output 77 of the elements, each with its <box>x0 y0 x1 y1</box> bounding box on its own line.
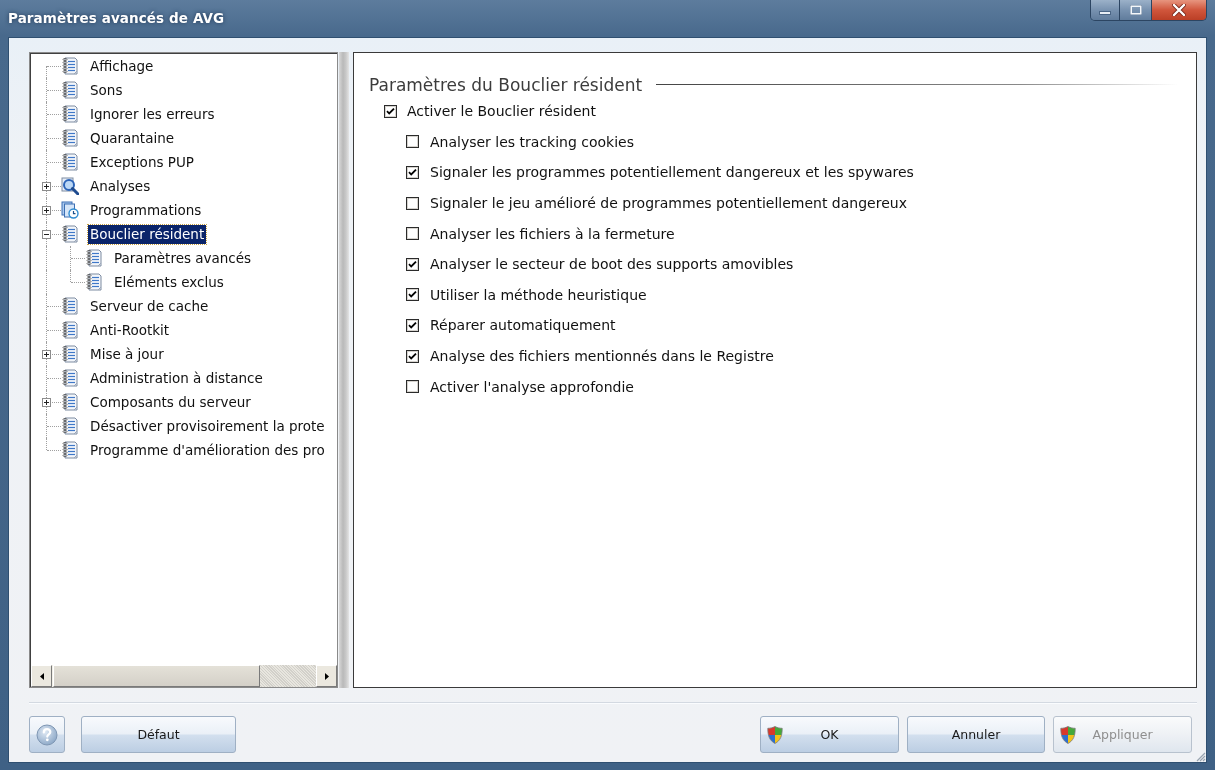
maximize-icon <box>1129 5 1142 15</box>
option-label[interactable]: Activer le Bouclier résident <box>407 103 596 120</box>
notebook-icon <box>61 393 79 411</box>
tree-item[interactable]: Désactiver provisoirement la prote <box>88 416 327 436</box>
tree-item[interactable]: Bouclier résident <box>88 224 207 244</box>
close-button[interactable] <box>1151 0 1206 20</box>
checkbox[interactable] <box>406 227 419 241</box>
magnifier-icon <box>61 177 79 195</box>
checkbox[interactable] <box>406 196 419 210</box>
close-icon <box>1172 4 1186 16</box>
tree-item[interactable]: Mise à jour <box>88 344 166 364</box>
checkbox[interactable] <box>406 135 419 149</box>
plus-box-icon[interactable] <box>42 206 51 215</box>
scroll-left-button[interactable] <box>31 665 52 687</box>
dialog-button[interactable]: Défaut <box>81 716 236 753</box>
tree-item[interactable]: Programmations <box>88 200 204 220</box>
plus-box-icon[interactable] <box>42 182 51 191</box>
dialog-button[interactable]: Annuler <box>907 716 1045 753</box>
minus-box-icon[interactable] <box>42 230 51 239</box>
left-arrow-icon <box>39 672 44 680</box>
tree-item[interactable]: Programme d'amélioration des pro <box>88 440 327 460</box>
option-label[interactable]: Signaler les programmes potentiellement dangereux et les spywares <box>430 164 914 181</box>
minimize-button[interactable] <box>1091 0 1119 20</box>
option-label[interactable]: Activer l'analyse approfondie <box>430 378 634 395</box>
tree-item[interactable]: Paramètres avancés <box>112 248 254 268</box>
notebook-icon <box>61 57 79 75</box>
notebook-icon <box>61 321 79 339</box>
notebook-icon <box>61 105 79 123</box>
notebook-icon <box>61 225 79 243</box>
checkbox[interactable] <box>384 104 397 118</box>
notebook-icon <box>85 249 103 267</box>
checkbox[interactable] <box>406 349 419 363</box>
dialog-button[interactable]: OK <box>760 716 899 753</box>
help-icon <box>36 723 58 746</box>
checkbox[interactable] <box>406 257 419 271</box>
scroll-thumb[interactable] <box>53 665 260 687</box>
scroll-right-button[interactable] <box>316 665 337 687</box>
option-label[interactable]: Analyser le secteur de boot des supports amovibles <box>430 256 794 273</box>
tree-item[interactable]: Affichage <box>88 56 156 76</box>
checkbox[interactable] <box>406 380 419 394</box>
notebook-icon <box>61 441 79 459</box>
maximize-button[interactable] <box>1119 0 1151 20</box>
tree-item[interactable]: Sons <box>88 80 125 100</box>
notebook-icon <box>85 273 103 291</box>
notebook-icon <box>61 129 79 147</box>
notebook-icon <box>61 417 79 435</box>
option-label[interactable]: Analyser les tracking cookies <box>430 133 635 150</box>
tree-item[interactable]: Exceptions PUP <box>88 152 196 172</box>
tree-item[interactable]: Eléments exclus <box>112 272 226 292</box>
right-arrow-icon <box>324 672 329 680</box>
calendar-clock-icon <box>61 201 79 219</box>
tree-item[interactable]: Administration à distance <box>88 368 265 388</box>
tree-item[interactable]: Anti-Rootkit <box>88 320 172 340</box>
section-heading: Paramètres du Bouclier résident <box>369 75 643 95</box>
checkbox[interactable] <box>406 318 419 332</box>
tree-item[interactable]: Quarantaine <box>88 128 176 148</box>
tree-item[interactable]: Ignorer les erreurs <box>88 104 217 124</box>
notebook-icon <box>61 297 79 315</box>
option-label[interactable]: Analyse des fichiers mentionnés dans le Registre <box>430 348 774 365</box>
checkbox[interactable] <box>406 288 419 302</box>
notebook-icon <box>61 369 79 387</box>
notebook-icon <box>61 345 79 363</box>
tree-item[interactable]: Analyses <box>88 176 153 196</box>
minimize-icon <box>1099 11 1111 15</box>
tree-item[interactable]: Composants du serveur <box>88 392 253 412</box>
resize-grip[interactable] <box>1194 750 1206 762</box>
option-label[interactable]: Signaler le jeu amélioré de programmes potentiellement dangereux <box>430 195 907 212</box>
notebook-icon <box>61 81 79 99</box>
plus-box-icon[interactable] <box>42 350 51 359</box>
option-label[interactable]: Utiliser la méthode heuristique <box>430 286 647 303</box>
window-title: Paramètres avancés de AVG <box>8 10 225 26</box>
option-label[interactable]: Réparer automatiquement <box>430 317 616 334</box>
option-label[interactable]: Analyser les fichiers à la fermeture <box>430 225 675 242</box>
checkbox[interactable] <box>406 166 419 179</box>
plus-box-icon[interactable] <box>42 398 51 407</box>
tree-item[interactable]: Serveur de cache <box>88 296 211 316</box>
notebook-icon <box>61 153 79 171</box>
